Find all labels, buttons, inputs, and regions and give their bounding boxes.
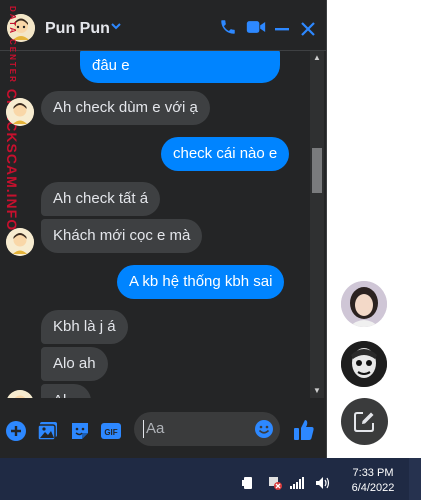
contact-avatar-small — [6, 390, 34, 398]
message-bubble[interactable]: Khách mới cọc e mà — [41, 219, 203, 253]
composer-bar: GIF Aa — [0, 398, 326, 458]
text-cursor — [143, 420, 144, 438]
message-input-placeholder: Aa — [146, 420, 165, 437]
scroll-thumb[interactable] — [312, 148, 322, 193]
minimize-icon[interactable] — [274, 21, 290, 42]
chat-header: DATA CENTER CHECKSCAM.INFO Pun Pun — [0, 0, 326, 231]
scroll-down-arrow-icon[interactable]: ▼ — [310, 384, 324, 398]
message-bubble[interactable]: Kbh là j á — [41, 310, 128, 344]
message-bubble[interactable]: check cái nào e — [161, 137, 290, 171]
video-icon[interactable] — [246, 18, 266, 41]
contact-avatar-small — [6, 228, 34, 256]
like-icon[interactable] — [292, 418, 314, 440]
message-input[interactable]: Aa — [134, 412, 280, 446]
device-icon[interactable] — [242, 476, 254, 489]
compose-icon — [354, 411, 375, 437]
windows-taskbar: 7:33 PM 6/4/2022 — [0, 458, 421, 500]
photo-icon[interactable] — [37, 420, 59, 442]
volume-icon[interactable] — [316, 476, 330, 489]
chat-window: DATA CENTER CHECKSCAM.INFO Pun Pun đâu e… — [0, 0, 327, 458]
network-blocked-icon[interactable] — [268, 476, 282, 490]
new-message-button[interactable] — [341, 398, 388, 445]
message-bubble[interactable]: đâu e — [80, 51, 280, 83]
taskbar-clock[interactable]: 7:33 PM 6/4/2022 — [340, 466, 406, 496]
message-list[interactable]: đâu e Ah check dùm e với ạ check cái nào… — [0, 51, 310, 398]
sticker-icon[interactable] — [69, 420, 91, 442]
close-icon[interactable] — [300, 21, 316, 42]
contact-name[interactable]: Pun Pun — [45, 20, 110, 38]
message-bubble[interactable]: A kb hệ thống kbh sai — [117, 265, 285, 299]
message-bubble[interactable]: Al... — [41, 384, 91, 398]
emoji-icon[interactable] — [254, 419, 274, 444]
message-bubble[interactable]: Ah check dùm e với ạ — [41, 91, 210, 125]
contact-avatar-small — [6, 98, 34, 126]
scroll-up-arrow-icon[interactable]: ▲ — [310, 51, 324, 65]
clock-time: 7:33 PM — [352, 467, 394, 479]
show-desktop-button[interactable] — [409, 458, 421, 500]
wifi-signal-icon[interactable] — [290, 476, 304, 489]
chevron-down-icon[interactable] — [110, 20, 122, 34]
message-bubble[interactable]: Alo ah — [41, 347, 108, 381]
clock-date: 6/4/2022 — [351, 482, 395, 494]
gif-icon[interactable]: GIF — [100, 420, 122, 442]
add-icon[interactable] — [5, 420, 27, 442]
svg-text:GIF: GIF — [104, 428, 117, 437]
phone-icon[interactable] — [219, 18, 237, 41]
message-scrollbar[interactable]: ▲ ▼ — [310, 51, 324, 398]
chat-head-avatar[interactable] — [341, 341, 387, 387]
chat-head-avatar[interactable] — [341, 281, 387, 327]
message-bubble[interactable]: Ah check tất á — [41, 182, 161, 216]
